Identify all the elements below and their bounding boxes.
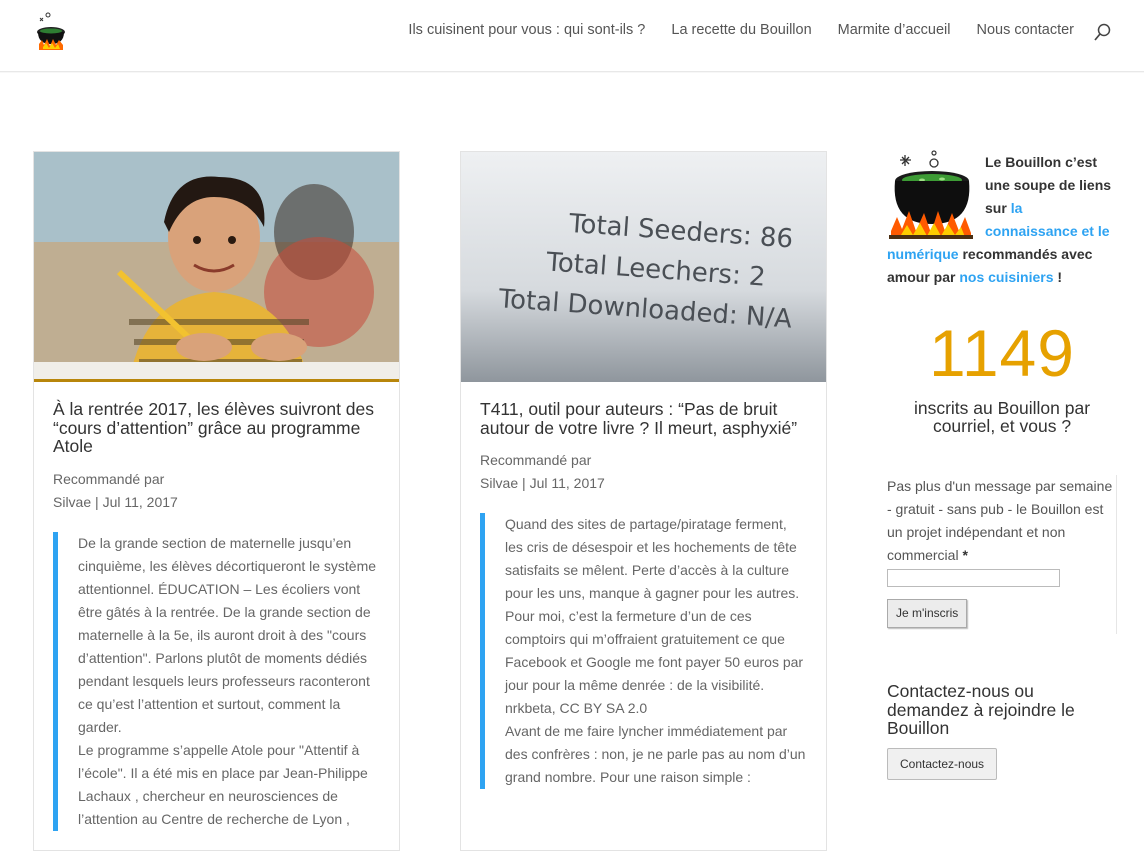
subscribe-description: Pas plus d'un message par semaine - grat… <box>887 478 1113 563</box>
nav-item-marmite[interactable]: Marmite d’accueil <box>838 22 951 38</box>
post-date: Jul 11, 2017 <box>529 475 605 491</box>
contact-title: Contactez-nous ou demandez à rejoindre l… <box>887 681 1075 738</box>
subscriber-label: inscrits au Bouillon par courriel, et vo… <box>913 398 1091 436</box>
subscribe-form: Pas plus d'un message par semaine - grat… <box>887 475 1117 634</box>
search-icon[interactable] <box>1094 22 1112 42</box>
post-card: Total Seeders: 86 Total Leechers: 2 Tota… <box>460 151 827 851</box>
nav-item-cuisiniers[interactable]: Ils cuisinent pour vous : qui sont-ils ? <box>408 22 645 38</box>
recommended-label: Recommandé par <box>480 452 592 468</box>
post-meta: Recommandé par Silvae | Jul 11, 2017 <box>480 449 807 495</box>
intro-text: Le Bouillon c’est une soupe de liens sur <box>985 154 1112 216</box>
nav-item-contact[interactable]: Nous contacter <box>976 22 1074 38</box>
torrent-stats-photo: Total Seeders: 86 Total Leechers: 2 Tota… <box>461 152 826 382</box>
sidebar: Le Bouillon c’est une soupe de liens sur… <box>887 150 1117 780</box>
intro-text: ! <box>1053 269 1063 285</box>
meta-separator: | <box>95 493 99 510</box>
site-header: Ils cuisinent pour vous : qui sont-ils ?… <box>0 0 1144 72</box>
post-excerpt: Quand des sites de partage/piratage ferm… <box>480 513 807 789</box>
link-nos-cuisiniers[interactable]: nos cuisiniers <box>959 269 1053 285</box>
subscribe-button[interactable]: Je m'inscris <box>887 599 968 628</box>
post-date: Jul 11, 2017 <box>102 493 178 510</box>
meta-separator: | <box>522 475 526 491</box>
post-thumbnail[interactable] <box>34 152 399 382</box>
excerpt-paragraph: nrkbeta, CC BY SA 2.0 <box>505 700 648 716</box>
post-author[interactable]: Silvae <box>53 494 91 510</box>
post-author[interactable]: Silvae <box>480 475 518 491</box>
cauldron-logo[interactable] <box>34 12 68 52</box>
post-card: À la rentrée 2017, les élèves suivront d… <box>33 151 400 851</box>
post-title[interactable]: T411, outil pour auteurs : “Pas de bruit… <box>480 400 807 437</box>
sidebar-intro: Le Bouillon c’est une soupe de liens sur… <box>887 150 1117 289</box>
post-thumbnail[interactable]: Total Seeders: 86 Total Leechers: 2 Tota… <box>461 152 826 382</box>
required-mark: * <box>962 547 968 563</box>
excerpt-paragraph: Quand des sites de partage/piratage ferm… <box>505 516 804 693</box>
contact-button[interactable]: Contactez-nous <box>887 747 998 780</box>
excerpt-paragraph: De la grande section de maternelle jusqu… <box>78 534 377 735</box>
subscriber-count: 1149 <box>929 316 1075 390</box>
excerpt-paragraph: Le programme s’appelle Atole pour "Atten… <box>78 741 368 827</box>
post-meta: Recommandé par Silvae | Jul 11, 2017 <box>53 468 380 514</box>
post-excerpt: De la grande section de maternelle jusqu… <box>53 531 380 831</box>
cauldron-icon <box>889 150 973 239</box>
child-photo <box>34 152 399 379</box>
recommended-label: Recommandé par <box>53 470 165 487</box>
main-nav: Ils cuisinent pour vous : qui sont-ils ?… <box>408 22 1074 38</box>
nav-item-recette[interactable]: La recette du Bouillon <box>671 22 811 38</box>
email-field[interactable] <box>887 569 1060 587</box>
post-title[interactable]: À la rentrée 2017, les élèves suivront d… <box>53 400 380 456</box>
excerpt-paragraph: Avant de me faire lyncher immédiatement … <box>505 723 806 785</box>
